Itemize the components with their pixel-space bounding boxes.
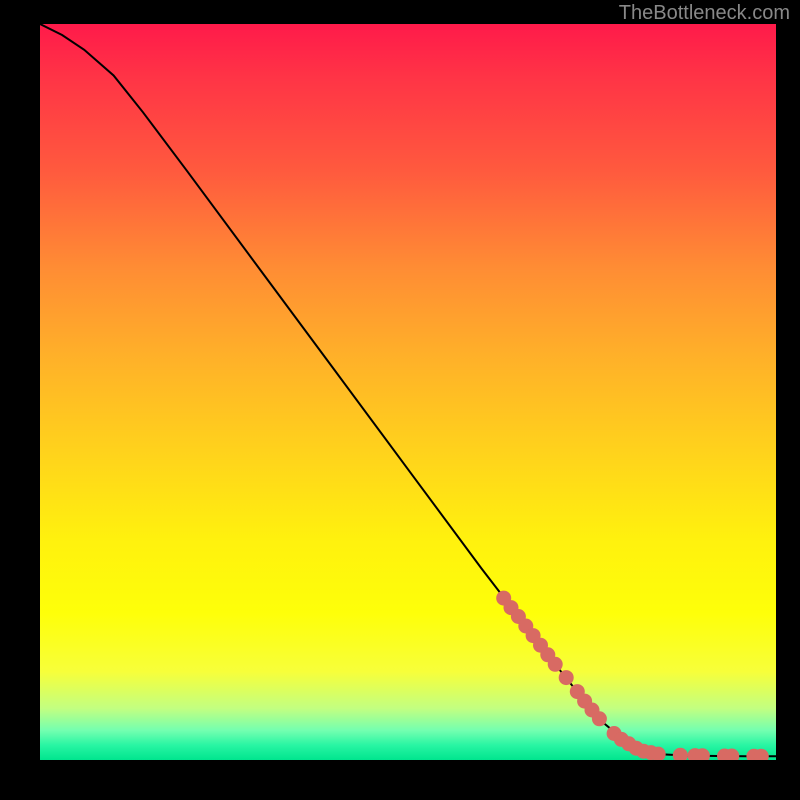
- curve-markers: [496, 591, 769, 760]
- plot-area: [40, 24, 776, 760]
- data-point: [559, 670, 574, 685]
- chart-svg: [40, 24, 776, 760]
- data-point: [592, 711, 607, 726]
- main-curve: [40, 24, 776, 756]
- data-point: [548, 657, 563, 672]
- watermark-text: TheBottleneck.com: [619, 2, 790, 25]
- curve-line: [40, 24, 776, 756]
- data-point: [673, 748, 688, 760]
